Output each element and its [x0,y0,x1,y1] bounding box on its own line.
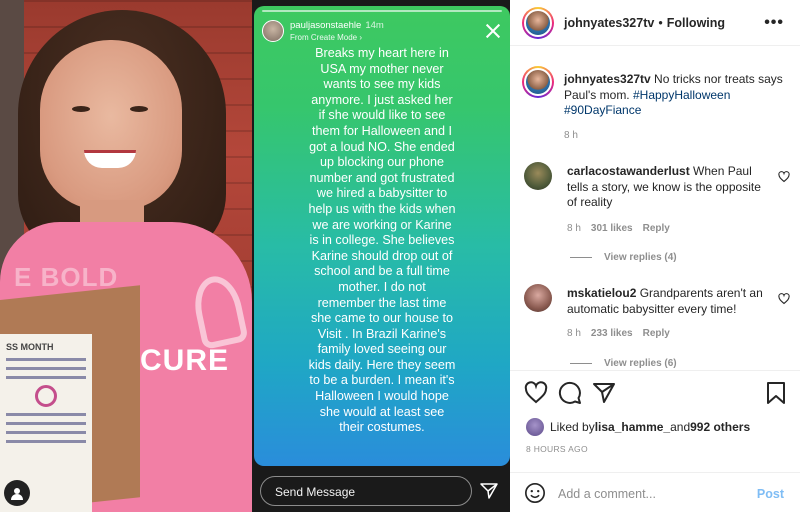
add-comment-bar: Add a comment... Post [510,472,800,512]
post-actions-bar [510,370,800,414]
header-separator: • [658,16,663,30]
woman-eye-right [130,106,148,112]
caption-avatar[interactable] [522,66,554,98]
flyer-line [6,413,86,416]
comment-meta: 8 h 233 likes Reply [567,328,680,339]
commenter-avatar[interactable] [524,284,552,312]
liked-by-line: Liked by lisa_hamme_ and 992 others [526,418,750,436]
comment-time: 8 h [567,223,581,234]
comment-likes[interactable]: 233 likes [591,328,633,339]
send-message-input[interactable]: Send Message [260,476,472,506]
author-username[interactable]: johnyates327tv [564,16,654,30]
share-send-icon[interactable] [592,381,616,405]
story-card: pauljasonstaehle 14m From Create Mode › B… [254,6,510,466]
add-comment-input[interactable]: Add a comment... [558,487,656,501]
liked-by-others[interactable]: 992 others [690,420,750,434]
comment-bubble-icon[interactable] [558,381,582,405]
hashtag-link[interactable]: #90DayFiance [564,103,641,117]
like-heart-icon[interactable] [524,381,548,405]
story-time: 14m [365,20,384,31]
woman-face [40,40,182,210]
shirt-text-cure: CURE [140,344,230,377]
post-header-user: johnyates327tv • Following [564,16,725,30]
comment-likes[interactable]: 301 likes [591,223,633,234]
liked-by-and: and [670,420,691,434]
post-side-pane: johnyates327tv • Following ••• johnyates32… [510,0,800,512]
story-avatar[interactable] [262,20,284,42]
post-photo: E BOLD CURE SS MONTH [0,0,252,512]
emoji-icon[interactable] [524,482,546,504]
story-subtitle[interactable]: From Create Mode › [290,33,362,42]
liked-by-user[interactable]: lisa_hamme_ [595,420,670,434]
caption-username[interactable]: johnyates327tv [564,72,651,86]
view-replies-label[interactable]: View replies (6) [604,358,677,369]
comment-like-heart-icon[interactable] [778,170,790,183]
hashtag-link[interactable]: #HappyHalloween [633,88,730,102]
caption-time: 8 h [564,130,578,141]
story-screenshot: pauljasonstaehle 14m From Create Mode › B… [252,0,510,512]
story-text: Breaks my heart here in USA my mother ne… [308,46,456,435]
comment-username[interactable]: mskatielou2 [567,286,636,300]
post-caption: johnyates327tv No tricks nor treats says… [564,72,786,119]
woman-eye-left [72,106,90,112]
reply-button[interactable]: Reply [643,223,670,234]
replies-divider [570,256,592,258]
reply-button[interactable]: Reply [643,328,670,339]
view-replies-button[interactable]: View replies (4) [570,252,677,263]
flyer-line [6,431,86,434]
commenter-avatar[interactable] [524,162,552,190]
send-icon[interactable] [480,482,498,500]
flyer-title: SS MONTH [6,342,54,352]
flyer-line [6,367,86,370]
post-timestamp: 8 HOURS AGO [526,444,588,454]
user-tag-icon[interactable] [4,480,30,506]
comment-like-heart-icon[interactable] [778,292,790,305]
liked-by-prefix: Liked by [550,420,595,434]
story-username[interactable]: pauljasonstaehle [290,20,361,31]
post-comment-button[interactable]: Post [757,487,784,501]
comment-text-block: mskatielou2 Grandparents aren't an autom… [567,286,763,317]
comment-time: 8 h [567,328,581,339]
flyer-line [6,422,86,425]
flyer-line [6,440,86,443]
flyer-line [6,358,86,361]
story-user[interactable]: pauljasonstaehle 14m [290,20,384,31]
post-header: johnyates327tv • Following ••• [510,0,800,46]
comment-username[interactable]: carlacostawanderlust [567,164,690,178]
close-icon[interactable] [484,22,502,40]
view-replies-button[interactable]: View replies (6) [570,358,677,369]
author-avatar[interactable] [522,7,554,39]
flyer-line [6,376,86,379]
following-button[interactable]: Following [667,16,725,30]
bookmark-icon[interactable] [764,381,788,405]
replies-divider [570,362,592,364]
comment-text-block: carlacostawanderlust When Paul tells a s… [567,164,763,211]
more-options-icon[interactable]: ••• [764,14,784,32]
story-progress-bar [262,10,502,12]
flyer-ribbon-icon [35,385,57,407]
liker-avatar[interactable] [526,418,544,436]
view-replies-label[interactable]: View replies (4) [604,252,677,263]
comment-meta: 8 h 301 likes Reply [567,223,680,234]
